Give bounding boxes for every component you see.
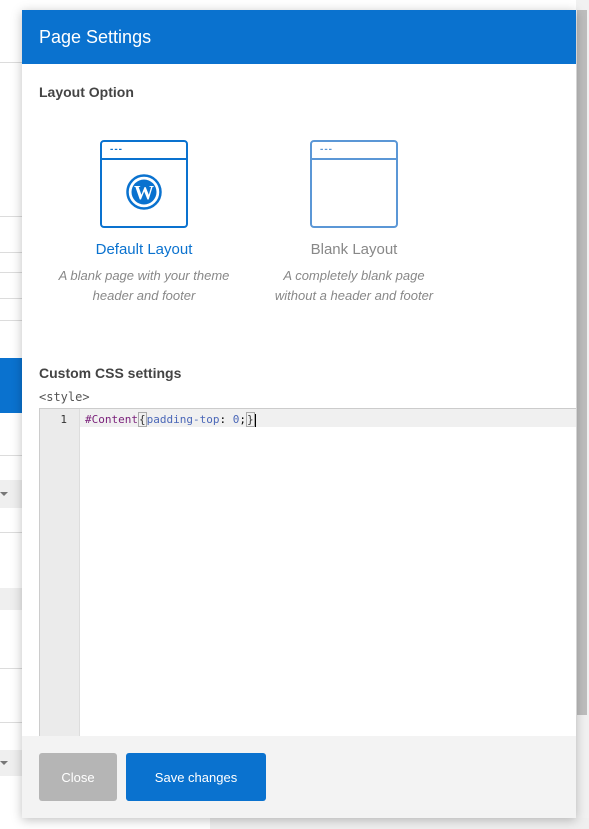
background-bottom-strip — [210, 818, 589, 829]
blank-layout-icon: --- — [310, 140, 398, 228]
blank-layout-desc-line1: A completely blank page — [283, 268, 425, 283]
background-divider — [0, 320, 22, 321]
blank-layout-description: A completely blank page without a header… — [254, 266, 454, 306]
background-blue-bar — [0, 358, 22, 413]
layout-option-title: Layout Option — [39, 84, 134, 100]
code-semicolon: ; — [239, 413, 246, 426]
background-divider — [0, 252, 22, 253]
modal-footer: Close Save changes — [22, 736, 576, 818]
background-divider — [0, 455, 22, 456]
code-property: padding-top — [146, 413, 220, 426]
window-bar — [312, 158, 396, 160]
close-button[interactable]: Close — [39, 753, 117, 801]
text-cursor — [254, 413, 256, 427]
code-open-brace: { — [137, 412, 147, 427]
style-tag-label: <style> — [39, 390, 90, 404]
code-close-brace: } — [245, 412, 255, 427]
default-layout-desc-line2: header and footer — [92, 288, 196, 303]
modal-title: Page Settings — [39, 26, 152, 47]
save-changes-button[interactable]: Save changes — [126, 753, 266, 801]
page-settings-modal: Page Settings Layout Option --- W Defaul… — [22, 10, 576, 818]
background-divider — [0, 532, 22, 533]
background-caret-icon — [0, 761, 8, 765]
window-dots-icon: --- — [110, 144, 123, 155]
code-colon: : — [219, 413, 233, 426]
blank-layout-label: Blank Layout — [310, 241, 398, 258]
wordpress-icon: W — [126, 174, 162, 210]
window-bar — [102, 158, 186, 160]
modal-header: Page Settings — [22, 10, 576, 64]
default-layout-option[interactable]: --- W Default Layout A blank page with y… — [44, 140, 244, 306]
default-layout-description: A blank page with your theme header and … — [44, 266, 244, 306]
background-divider — [0, 62, 22, 63]
line-number: 1 — [60, 413, 67, 426]
blank-layout-option[interactable]: --- Blank Layout A completely blank page… — [254, 140, 454, 306]
background-left-panel — [0, 0, 22, 829]
custom-css-title: Custom CSS settings — [39, 365, 182, 381]
code-selector: #Content — [85, 413, 138, 426]
blank-layout-desc-line2: without a header and footer — [274, 288, 434, 303]
code-line[interactable]: #Content{padding-top: 0;} — [85, 412, 256, 427]
background-caret-icon — [0, 492, 8, 496]
svg-text:W: W — [134, 182, 154, 204]
background-divider — [0, 668, 22, 669]
window-dots-icon: --- — [320, 144, 333, 155]
background-divider — [0, 298, 22, 299]
default-layout-desc-line1: A blank page with your theme — [58, 268, 230, 283]
editor-gutter: 1 — [40, 409, 80, 736]
background-divider — [0, 722, 22, 723]
css-code-editor[interactable]: 1 #Content{padding-top: 0;} — [39, 408, 576, 736]
default-layout-label: Default Layout — [95, 241, 193, 258]
background-divider — [0, 272, 22, 273]
background-divider — [0, 216, 22, 217]
page-scrollbar-thumb[interactable] — [577, 10, 587, 715]
default-layout-icon: --- W — [100, 140, 188, 228]
background-grey-row — [0, 588, 22, 610]
